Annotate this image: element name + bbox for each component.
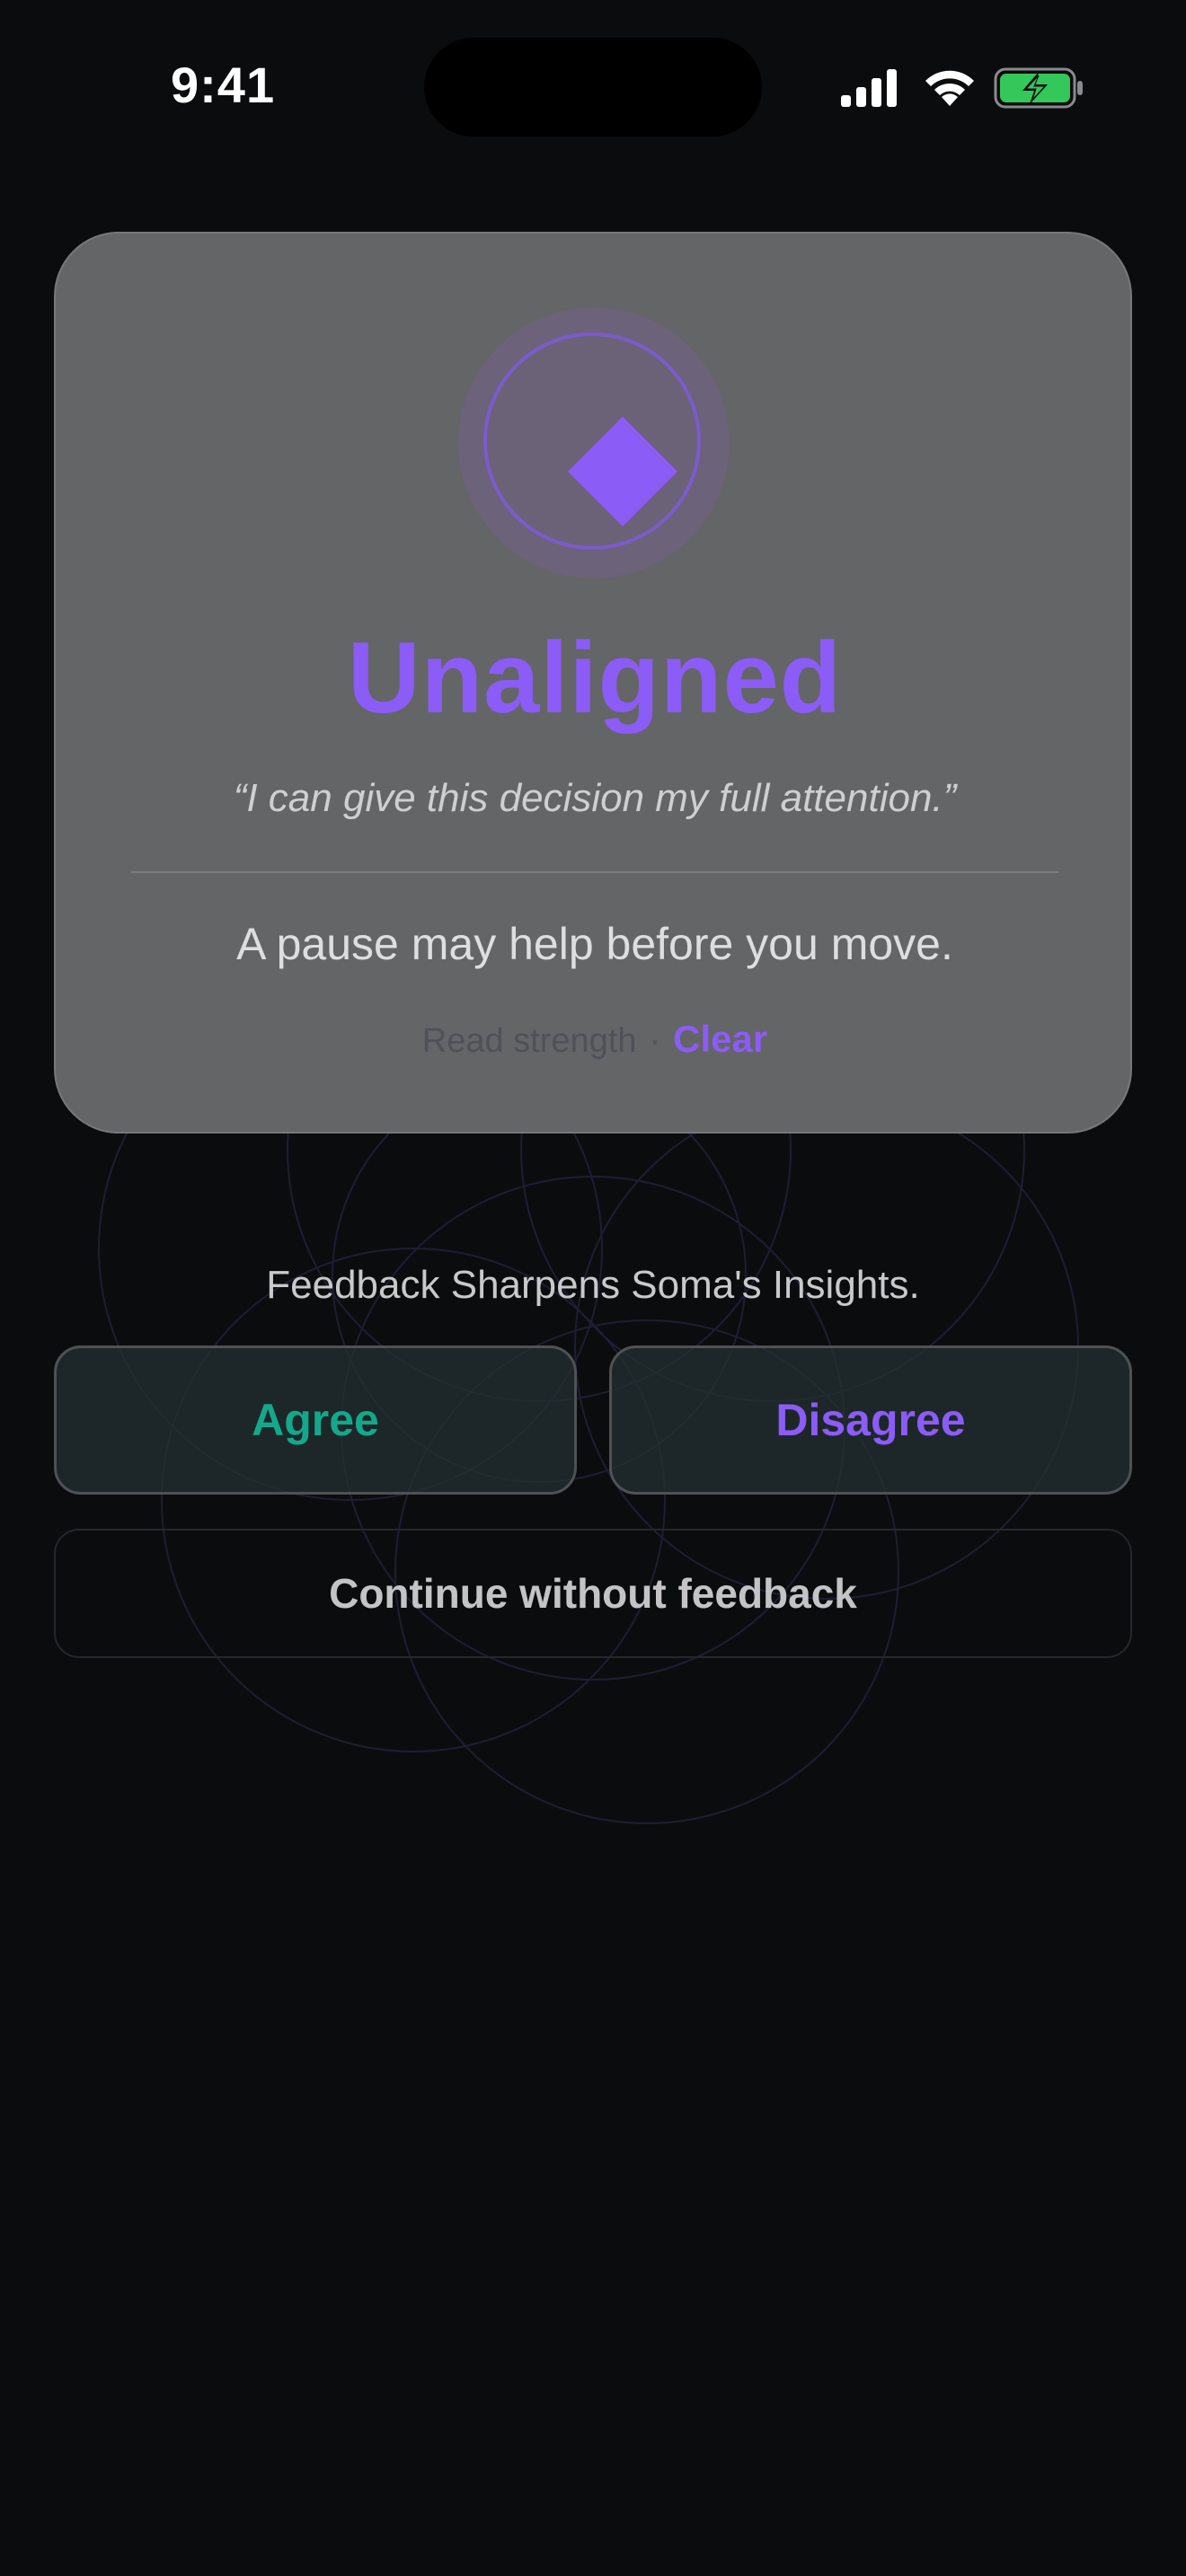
- diamond-icon: [567, 416, 678, 527]
- quote-text: “I can give this decision my full attent…: [233, 776, 957, 820]
- feedback-prompt: Feedback Sharpens Soma's Insights.: [266, 1263, 920, 1307]
- screen: 9:41 Unaligned “I can give this decision…: [0, 0, 1186, 2576]
- card-divider: [131, 871, 1058, 873]
- status-time: 9:41: [171, 57, 276, 113]
- read-strength-value: Clear: [673, 1018, 768, 1060]
- cellular-signal-icon: [841, 69, 897, 107]
- wifi-icon: [925, 70, 974, 106]
- guidance-text: A pause may help before you move.: [236, 919, 953, 969]
- read-strength-label: Read strength: [421, 1022, 637, 1060]
- emblem-ring: [483, 332, 701, 550]
- result-card: Unaligned “I can give this decision my f…: [54, 232, 1132, 1134]
- state-emblem: [458, 307, 730, 578]
- dynamic-island: [424, 38, 762, 137]
- strength-separator: ·: [649, 1022, 661, 1060]
- continue-without-feedback-button[interactable]: Continue without feedback: [54, 1529, 1132, 1658]
- read-strength-row: Read strength · Clear: [56, 1017, 1134, 1063]
- disagree-button[interactable]: Disagree: [609, 1345, 1132, 1495]
- state-title: Unaligned: [347, 622, 843, 734]
- agree-button[interactable]: Agree: [54, 1345, 577, 1495]
- battery-charging-icon: [994, 67, 1083, 109]
